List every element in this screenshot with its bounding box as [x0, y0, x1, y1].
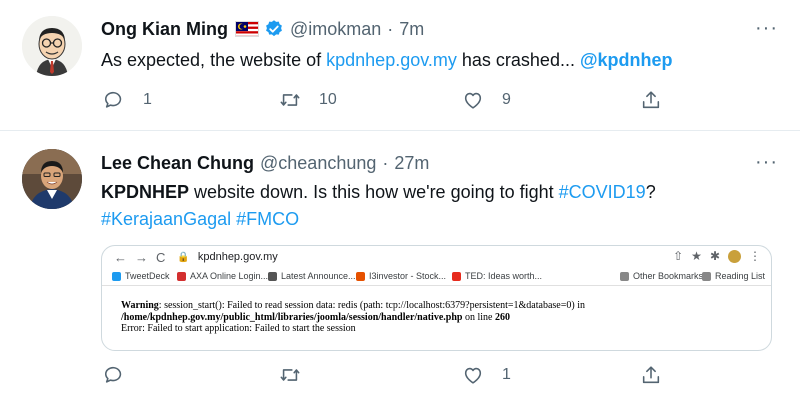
browser-toolbar: ←→C 🔒 kpdnhep.gov.my ⇧ ★ ✱ ⋮	[102, 246, 771, 268]
reply-icon	[104, 91, 122, 108]
bookmark-label: AXA Online Login...	[190, 271, 269, 281]
bookmark-item: Latest Announce...	[268, 271, 356, 281]
hashtag-kerajaangagal[interactable]: #KerajaanGagal	[101, 209, 231, 229]
php-error-message: Warning: session_start(): Failed to read…	[121, 300, 681, 335]
bookmark-label: TweetDeck	[125, 271, 170, 281]
bookmark-item: Reading List	[702, 271, 765, 281]
browser-nav-icons: ←→C	[114, 249, 174, 265]
hashtag-fmco[interactable]: #FMCO	[236, 209, 299, 229]
like-count: 9	[502, 91, 511, 108]
reply-icon	[104, 366, 122, 383]
reading-list-icon	[702, 271, 711, 281]
bookmark-item: I3investor - Stock...	[356, 271, 446, 281]
mention-link[interactable]: @kpdnhep	[580, 50, 673, 70]
more-icon[interactable]: ···	[755, 152, 778, 172]
bookmark-label: I3investor - Stock...	[369, 271, 447, 281]
lock-icon: 🔒	[177, 251, 190, 263]
website-link[interactable]: kpdnhep.gov.my	[326, 50, 457, 70]
retweet-button[interactable]	[279, 364, 319, 386]
axa-icon	[177, 271, 186, 281]
bookmark-label: Reading List	[715, 271, 766, 281]
tweet-text-part: As expected, the website of	[101, 50, 327, 70]
share-icon: ⇧	[673, 249, 684, 263]
ted-icon	[452, 271, 461, 281]
separator-dot: ·	[387, 18, 394, 39]
more-icon[interactable]: ···	[755, 18, 778, 38]
author-name[interactable]: Lee Chean Chung	[101, 153, 254, 174]
warning-label: Warning	[121, 300, 159, 311]
timestamp[interactable]: 27m	[394, 153, 429, 174]
verified-icon	[264, 19, 284, 39]
like-icon	[464, 367, 482, 384]
profile-icon	[728, 249, 741, 263]
share-icon	[642, 366, 660, 384]
star-icon: ★	[691, 249, 702, 263]
share-button[interactable]	[640, 89, 662, 111]
tweet-text: As expected, the website of kpdnhep.gov.…	[101, 47, 781, 74]
author-handle[interactable]: @cheanchung	[260, 153, 376, 174]
bookmark-label: Other Bookmarks	[633, 271, 704, 281]
document-icon	[268, 271, 277, 281]
retweet-button[interactable]: 10	[279, 89, 337, 111]
malaysia-flag-icon	[234, 21, 259, 37]
menu-icon: ⋮	[749, 249, 761, 263]
tweet-lee-chean-chung[interactable]: Lee Chean Chung @cheanchung · 27m ··· KP…	[0, 132, 800, 407]
tweet-ong-kian-ming[interactable]: Ong Kian Ming @imokman · 7m ··· As expec…	[0, 0, 800, 131]
tweet-actions: 1 10 9	[101, 89, 681, 113]
bookmark-label: Latest Announce...	[281, 271, 356, 281]
tweet-text-bold: KPDNHEP	[101, 182, 190, 202]
retweet-icon	[280, 369, 300, 381]
tweet-text-part: ?	[645, 182, 656, 202]
like-button[interactable]: 1	[462, 364, 511, 386]
avatar[interactable]	[22, 149, 82, 209]
reply-button[interactable]: 1	[103, 89, 152, 111]
error-line: : session_start(): Failed to read sessio…	[158, 300, 585, 311]
attached-image[interactable]: ←→C 🔒 kpdnhep.gov.my ⇧ ★ ✱ ⋮ TweetDeck A…	[101, 245, 772, 351]
separator-dot: ·	[382, 152, 389, 173]
error-line-number: 260	[494, 311, 510, 323]
browser-right-icons: ⇧ ★ ✱ ⋮	[673, 249, 761, 263]
bookmark-item: AXA Online Login...	[177, 271, 268, 281]
reply-count: 1	[143, 91, 152, 108]
error-on-line: on line	[462, 311, 495, 323]
share-button[interactable]	[640, 364, 662, 386]
tweet-header: Ong Kian Ming @imokman · 7m	[101, 16, 424, 42]
error-path: /home/kpdnhep.gov.my/public_html/librari…	[121, 311, 463, 323]
error-line: Error: Failed to start application: Fail…	[121, 323, 356, 334]
like-count: 1	[502, 366, 511, 383]
hashtag-covid19[interactable]: #COVID19	[559, 182, 646, 202]
retweet-count: 10	[319, 91, 337, 108]
i3investor-icon	[356, 271, 365, 281]
bookmark-item: TED: Ideas worth...	[452, 271, 542, 281]
tweet-text-part: website down. Is this how we're going to…	[189, 182, 559, 202]
tweet-header: Lee Chean Chung @cheanchung · 27m	[101, 150, 429, 176]
timestamp[interactable]: 7m	[399, 19, 424, 40]
bookmark-item: TweetDeck	[112, 271, 170, 281]
bookmark-label: TED: Ideas worth...	[465, 271, 543, 281]
bookmarks-bar: TweetDeck AXA Online Login... Latest Ann…	[102, 268, 771, 286]
like-button[interactable]: 9	[462, 89, 511, 111]
avatar[interactable]	[22, 16, 82, 76]
extension-icon: ✱	[709, 249, 720, 263]
tweet-text: KPDNHEP website down. Is this how we're …	[101, 179, 781, 233]
tweet-text-part: has crashed...	[456, 50, 580, 70]
like-icon	[464, 92, 482, 109]
bookmark-item: Other Bookmarks	[620, 271, 703, 281]
reply-button[interactable]	[103, 364, 143, 386]
folder-icon	[620, 271, 629, 281]
tweet-actions: 1	[101, 364, 681, 388]
author-handle[interactable]: @imokman	[290, 19, 381, 40]
retweet-icon	[280, 94, 300, 106]
browser-url: kpdnhep.gov.my	[197, 251, 278, 263]
author-name[interactable]: Ong Kian Ming	[101, 19, 228, 40]
share-icon	[642, 91, 660, 109]
tweetdeck-icon	[112, 271, 121, 281]
